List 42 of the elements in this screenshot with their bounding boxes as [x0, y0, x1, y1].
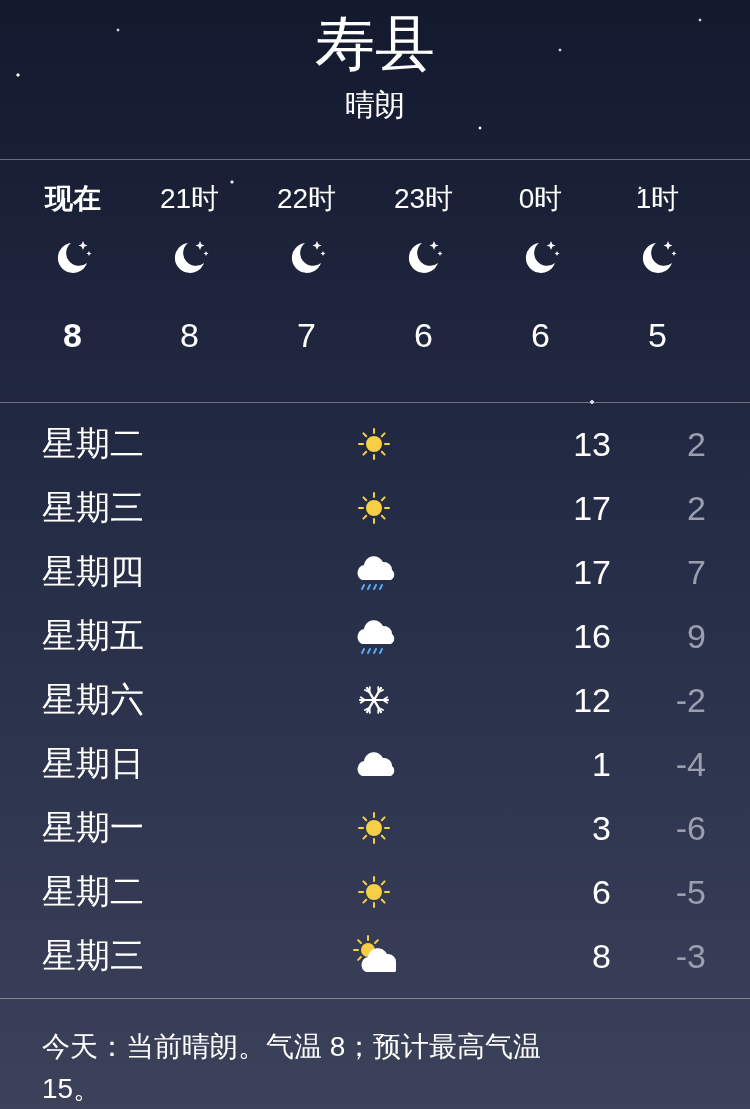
high-temperature: 17	[572, 552, 611, 592]
hour-label: 0时	[518, 182, 563, 216]
hour-temperature: 6	[531, 315, 550, 355]
high-temperature: 8	[591, 936, 611, 976]
hour-label: 22时	[276, 182, 337, 216]
day-name: 星期一	[42, 807, 145, 848]
hour-label: 23时	[393, 182, 454, 216]
high-temperature: 1	[591, 744, 611, 784]
hour-temperature: 5	[648, 315, 667, 355]
hour-temperature: 8	[180, 315, 199, 355]
high-temperature: 3	[591, 808, 611, 848]
day-name: 星期日	[42, 743, 145, 784]
day-name: 星期六	[42, 679, 145, 720]
weather-condition: 晴朗	[345, 87, 405, 123]
day-name: 星期二	[42, 871, 145, 912]
low-temperature: 7	[686, 552, 706, 592]
day-name: 星期四	[42, 551, 145, 592]
day-name: 星期三	[42, 935, 145, 976]
low-temperature: 9	[686, 616, 706, 656]
low-temperature: -3	[674, 936, 706, 976]
low-temperature: -4	[674, 744, 706, 784]
forecast-summary-text: 今天：当前晴朗。气温 8；预计最高气温 15。	[42, 1030, 543, 1106]
low-temperature: -6	[674, 808, 706, 848]
low-temperature: 2	[686, 424, 706, 464]
high-temperature: 16	[572, 616, 611, 656]
low-temperature: 2	[686, 488, 706, 528]
day-name: 星期二	[42, 423, 145, 464]
high-temperature: 13	[572, 424, 611, 464]
hour-label: 现在	[44, 182, 101, 216]
high-temperature: 17	[572, 488, 611, 528]
hour-temperature: 8	[63, 315, 82, 355]
hour-label: 21时	[159, 182, 220, 216]
high-temperature: 6	[591, 872, 611, 912]
hour-label: 1时	[635, 182, 680, 216]
hour-temperature: 7	[297, 315, 316, 355]
day-name: 星期三	[42, 487, 145, 528]
low-temperature: -5	[674, 872, 706, 912]
high-temperature: 12	[572, 680, 611, 720]
hour-temperature: 6	[414, 315, 433, 355]
day-name: 星期五	[42, 615, 145, 656]
low-temperature: -2	[674, 680, 706, 720]
city-name: 寿县	[315, 9, 435, 79]
